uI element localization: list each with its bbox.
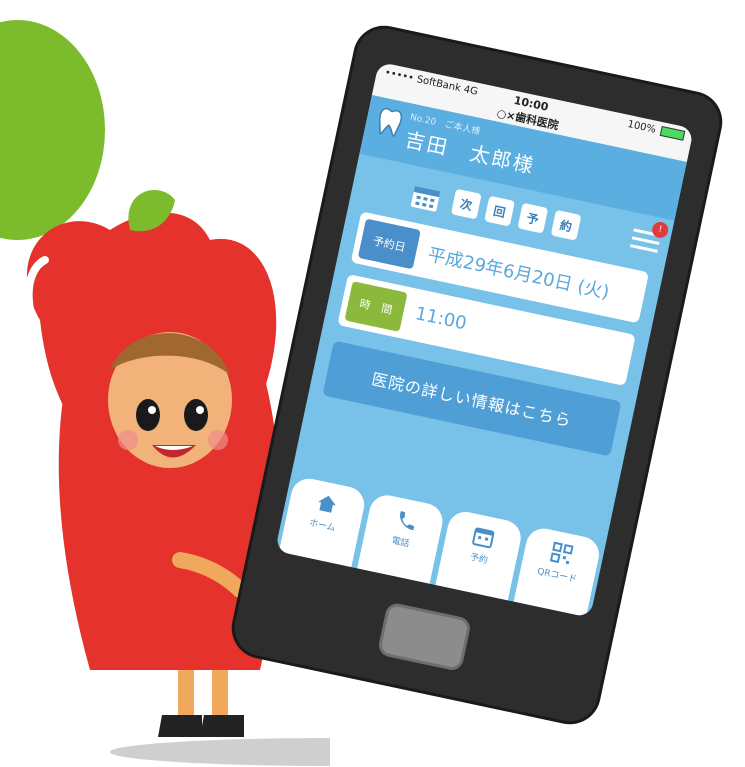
tab-label: 予約 — [468, 552, 489, 567]
phone-icon — [400, 511, 415, 531]
calendar-icon — [410, 185, 441, 212]
tab-label: ホーム — [308, 518, 337, 534]
next-reservation-char: 約 — [550, 209, 582, 241]
tab-label: 電話 — [390, 535, 411, 550]
time-label: 時 間 — [344, 281, 408, 332]
home-icon — [318, 495, 336, 513]
battery-percent: 100% — [626, 118, 657, 136]
next-reservation-char: 予 — [517, 202, 549, 234]
next-reservation-char: 回 — [484, 195, 515, 227]
time-value: 11:00 — [413, 303, 469, 335]
calendar-icon — [472, 527, 495, 549]
tab-phone[interactable]: 電話 — [357, 492, 446, 584]
date-label: 予約日 — [357, 218, 421, 270]
next-reservation-char: 次 — [450, 188, 482, 220]
tab-home[interactable]: ホーム — [278, 475, 368, 568]
qr-code-icon — [549, 541, 574, 565]
smartphone: ••••• SoftBank 4G 10:00 ○×歯科医院 100% No.2… — [229, 23, 725, 727]
tab-qr-code[interactable]: QRコード — [513, 525, 603, 617]
battery-icon — [659, 125, 686, 141]
tab-reservation[interactable]: 予約 — [435, 508, 525, 601]
date-value: 平成29年6月20日 (火) — [425, 244, 612, 304]
tab-label: QRコード — [536, 566, 578, 586]
scene: と よ ••••• — [0, 0, 745, 767]
tooth-icon — [378, 107, 403, 138]
